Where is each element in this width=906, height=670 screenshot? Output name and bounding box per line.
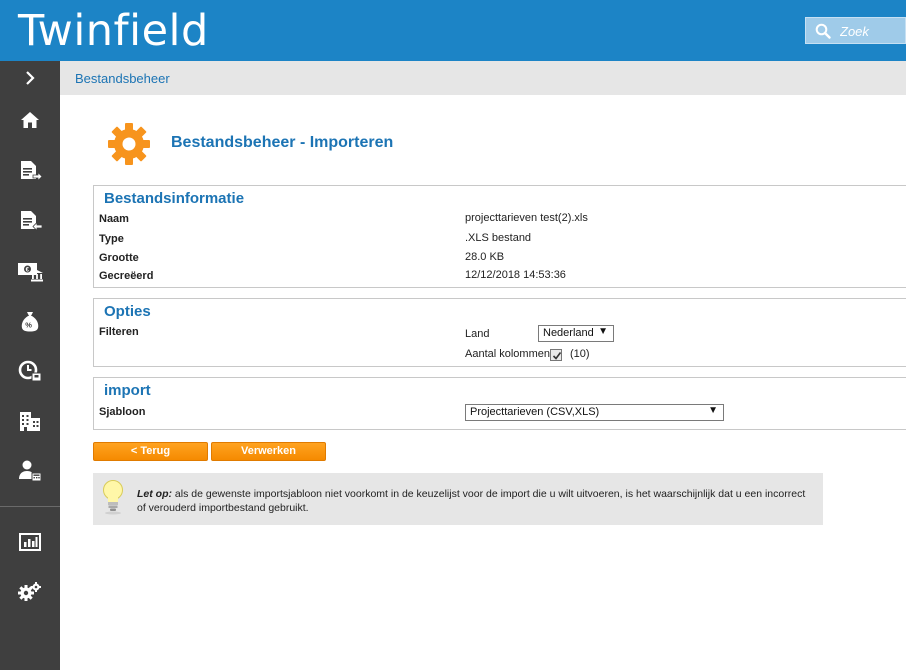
country-select[interactable]: Nederland ▼: [538, 325, 614, 342]
sidebar-item-finance[interactable]: %: [0, 301, 60, 341]
lightbulb-icon: [103, 480, 123, 515]
section-title: import: [104, 382, 151, 399]
tip-text: Let op: als de gewenste importsjabloon n…: [137, 487, 807, 515]
sidebar-item-reports[interactable]: [0, 522, 60, 562]
bank-cash-icon: €: [18, 263, 43, 282]
file-info-section: Bestandsinformatie Naam projecttarieven …: [93, 185, 906, 288]
svg-text:%: %: [25, 321, 32, 330]
top-header: Twinfield: [0, 0, 906, 61]
money-bag-icon: %: [21, 312, 39, 332]
columns-checkbox[interactable]: [550, 349, 562, 361]
sidebar-item-time[interactable]: [0, 351, 60, 391]
sidebar-expand[interactable]: [0, 61, 60, 95]
section-title: Opties: [104, 303, 151, 320]
gear-icon: [108, 123, 150, 165]
sales-invoice-icon: [21, 161, 42, 182]
company-building-icon: [20, 412, 40, 431]
name-label: Naam: [99, 213, 129, 225]
tip-lead: Let op:: [137, 488, 172, 500]
type-value: .XLS bestand: [465, 232, 532, 244]
user-accounts-icon: [19, 460, 42, 482]
sidebar-item-settings[interactable]: [0, 572, 60, 612]
country-select-value: Nederland: [543, 327, 594, 339]
breadcrumb[interactable]: Bestandsbeheer: [75, 71, 170, 86]
page-title: Bestandsbeheer - Importeren: [171, 134, 394, 151]
sidebar-item-purchase[interactable]: [0, 201, 60, 241]
checkmark-icon: [552, 352, 562, 360]
import-section: import Sjabloon Projecttarieven (CSV,XLS…: [93, 377, 906, 430]
purchase-invoice-icon: [21, 211, 42, 232]
expand-chevron-icon: [26, 71, 35, 85]
sidebar-item-home[interactable]: [0, 100, 60, 140]
tip-body: als de gewenste importsjabloon niet voor…: [137, 488, 806, 514]
home-icon: [21, 112, 39, 128]
columns-count: (10): [570, 348, 590, 360]
sidebar-item-bank[interactable]: €: [0, 251, 60, 291]
name-value: projecttarieven test(2).xls: [465, 212, 588, 224]
created-label: Gecreëerd: [99, 270, 154, 282]
sidebar-divider: [0, 506, 60, 507]
dropdown-arrow-icon: ▼: [708, 405, 718, 416]
size-value: 28.0 KB: [465, 251, 505, 263]
size-label: Grootte: [99, 252, 139, 264]
section-title: Bestandsinformatie: [104, 190, 245, 207]
template-select[interactable]: Projecttarieven (CSV,XLS) ▼: [465, 404, 724, 421]
sidebar: € %: [0, 61, 60, 670]
twinfield-logo[interactable]: Twinfield: [18, 6, 209, 56]
sidebar-item-sales[interactable]: [0, 151, 60, 191]
created-value: 12/12/2018 14:53:36: [465, 269, 566, 281]
template-label: Sjabloon: [99, 406, 146, 418]
sidebar-item-users[interactable]: [0, 451, 60, 491]
dropdown-arrow-icon: ▼: [598, 326, 608, 337]
country-label: Land: [465, 328, 490, 340]
time-expenses-icon: [18, 360, 42, 382]
search-icon[interactable]: [815, 23, 831, 39]
search-box[interactable]: [805, 17, 906, 44]
columns-label: Aantal kolommen: [465, 348, 550, 360]
settings-gears-icon: [18, 582, 41, 601]
reports-chart-icon: [19, 533, 41, 551]
sidebar-item-company[interactable]: [0, 401, 60, 441]
type-label: Type: [99, 233, 124, 245]
back-button[interactable]: < Terug: [93, 442, 208, 461]
options-section: Opties Filteren Land Nederland ▼ Aantal …: [93, 298, 906, 367]
process-button[interactable]: Verwerken: [211, 442, 326, 461]
tip-box: Let op: als de gewenste importsjabloon n…: [93, 473, 823, 525]
filter-label: Filteren: [99, 326, 139, 338]
search-input[interactable]: [840, 22, 904, 40]
breadcrumb-bar: Bestandsbeheer: [60, 61, 906, 95]
template-select-value: Projecttarieven (CSV,XLS): [470, 406, 600, 418]
